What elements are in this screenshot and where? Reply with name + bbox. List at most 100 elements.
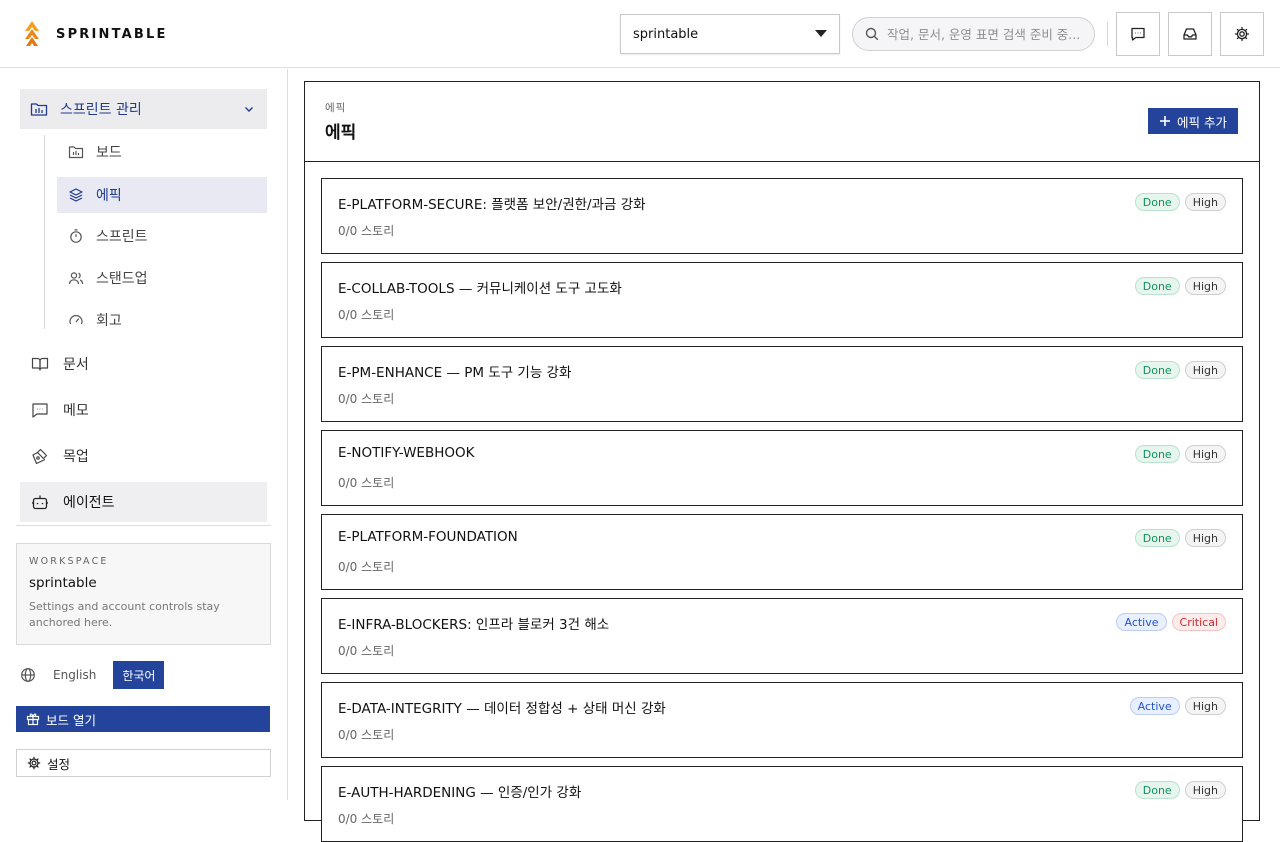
gift-icon [26,713,40,726]
sidebar-item-label: 보드 [96,145,122,161]
priority-badge: High [1184,781,1226,799]
status-badge: Done [1134,781,1180,799]
language-switcher: English 한국어 [20,661,165,689]
search-input[interactable] [887,26,1082,42]
priority-badge: High [1184,361,1226,379]
workspace-card: WORKSPACE sprintable Settings and accoun… [16,543,271,645]
priority-badge: High [1184,193,1226,211]
epic-card[interactable]: E-AUTH-HARDENING — 인증/인가 강화 0/0 스토리 Done… [321,766,1243,842]
subnav-line [44,135,45,329]
chat-icon [32,403,48,418]
folder-board-icon [30,103,48,116]
settings-icon-button[interactable] [1220,12,1264,56]
status-badge: Active [1116,613,1167,631]
sidebar-item-label: 메모 [63,403,89,419]
bot-icon [32,495,48,510]
sidebar-item-sprint[interactable]: 스프린트 [57,218,267,254]
sidebar-item-retro[interactable]: 회고 [57,302,267,338]
language-english-button[interactable]: English [44,661,105,689]
sidebar-item-mockup[interactable]: 목업 [20,436,267,476]
gear-icon [1234,26,1250,42]
workspace-name: sprintable [29,575,97,591]
message-icon [1131,27,1145,41]
inbox-button[interactable] [1168,12,1212,56]
sidebar-item-epic[interactable]: 에픽 [57,177,267,213]
open-board-label: 보드 열기 [46,712,96,728]
add-epic-label: 에픽 추가 [1177,114,1227,130]
sidebar-item-label: 목업 [63,449,89,465]
epic-title: E-INFRA-BLOCKERS: 인프라 블로커 3건 해소 [338,617,610,633]
app-name: SPRINTABLE [56,26,168,42]
epic-title: E-DATA-INTEGRITY — 데이터 정합성 + 상태 머신 강화 [338,701,666,717]
nav-group-label: 스프린트 관리 [60,102,142,118]
epic-card[interactable]: E-NOTIFY-WEBHOOK 0/0 스토리 Done High [321,430,1243,506]
epics-panel: 에픽 에픽 에픽 추가 E-PLATFORM-SECURE: 플랫폼 보안/권한… [304,81,1260,842]
logo-icon [25,21,39,46]
sidebar-item-board[interactable]: 보드 [57,134,267,170]
book-icon [31,357,49,371]
settings-button[interactable]: 설정 [16,749,271,777]
gauge-icon [69,315,83,325]
sidebar-item-label: 문서 [63,357,89,373]
board-icon [68,146,84,159]
open-board-button[interactable]: 보드 열기 [16,706,270,732]
sidebar-item-label: 에이전트 [63,495,115,511]
workspace-select[interactable]: sprintable [620,14,840,54]
status-badge: Active [1129,697,1180,715]
epic-story-count: 0/0 스토리 [338,560,395,574]
priority-badge: High [1184,697,1226,715]
epic-card[interactable]: E-PLATFORM-FOUNDATION 0/0 스토리 Done High [321,514,1243,590]
epic-title: E-PLATFORM-FOUNDATION [338,529,518,545]
chevron-down-icon [245,107,253,112]
epic-story-count: 0/0 스토리 [338,812,395,826]
add-epic-button[interactable]: 에픽 추가 [1148,108,1238,134]
workspace-kicker: WORKSPACE [29,556,109,567]
workspace-select-value: sprintable [633,26,699,42]
epic-story-count: 0/0 스토리 [338,728,395,742]
language-korean-button[interactable]: 한국어 [113,661,165,689]
workspace-description: Settings and account controls stay ancho… [29,600,220,629]
status-badge: Done [1134,529,1180,547]
status-badge: Done [1134,445,1180,463]
sidebar: 스프린트 관리 보드 에픽 스프린트 스탠드업 회고 문서 메모 목업 에이전트… [0,69,288,800]
epic-title: E-COLLAB-TOOLS — 커뮤니케이션 도구 고도화 [338,281,622,297]
page-title: 에픽 [325,123,357,143]
sidebar-item-docs[interactable]: 문서 [20,344,267,384]
epic-story-count: 0/0 스토리 [338,392,395,406]
settings-label: 설정 [47,756,71,772]
sidebar-item-label: 스프린트 [96,229,148,245]
sidebar-item-agent[interactable]: 에이전트 [20,482,267,522]
epic-story-count: 0/0 스토리 [338,476,395,490]
epic-card[interactable]: E-DATA-INTEGRITY — 데이터 정합성 + 상태 머신 강화 0/… [321,682,1243,758]
sidebar-item-standup[interactable]: 스탠드업 [57,260,267,296]
messages-button[interactable] [1116,12,1160,56]
status-badge: Done [1134,277,1180,295]
status-badge: Done [1134,361,1180,379]
epic-card[interactable]: E-PLATFORM-SECURE: 플랫폼 보안/권한/과금 강화 0/0 스… [321,178,1243,254]
sidebar-item-memo[interactable]: 메모 [20,390,267,430]
priority-badge: High [1184,529,1226,547]
globe-icon [21,668,35,682]
priority-badge: High [1184,445,1226,463]
epic-title: E-AUTH-HARDENING — 인증/인가 강화 [338,785,582,801]
epic-story-count: 0/0 스토리 [338,644,395,658]
panel-header: 에픽 에픽 에픽 추가 [305,82,1259,162]
epic-title: E-PLATFORM-SECURE: 플랫폼 보안/권한/과금 강화 [338,197,646,213]
layers-icon [69,188,83,202]
epic-story-count: 0/0 스토리 [338,224,395,238]
priority-badge: Critical [1171,613,1226,631]
inbox-icon [1183,28,1197,40]
header-divider [1107,22,1108,46]
sidebar-item-label: 스탠드업 [96,271,148,287]
epic-story-count: 0/0 스토리 [338,308,395,322]
search-icon [865,27,879,41]
epic-card[interactable]: E-INFRA-BLOCKERS: 인프라 블로커 3건 해소 0/0 스토리 … [321,598,1243,674]
nav-group-sprint-management[interactable]: 스프린트 관리 [20,89,267,129]
gear-icon [27,756,41,770]
epic-card[interactable]: E-PM-ENHANCE — PM 도구 기능 강화 0/0 스토리 Done H… [321,346,1243,422]
plus-icon [1160,116,1171,126]
app-logo[interactable]: SPRINTABLE [22,20,168,48]
top-header: SPRINTABLE sprintable [0,0,1280,68]
search-box[interactable] [852,17,1095,51]
epic-card[interactable]: E-COLLAB-TOOLS — 커뮤니케이션 도구 고도화 0/0 스토리 D… [321,262,1243,338]
